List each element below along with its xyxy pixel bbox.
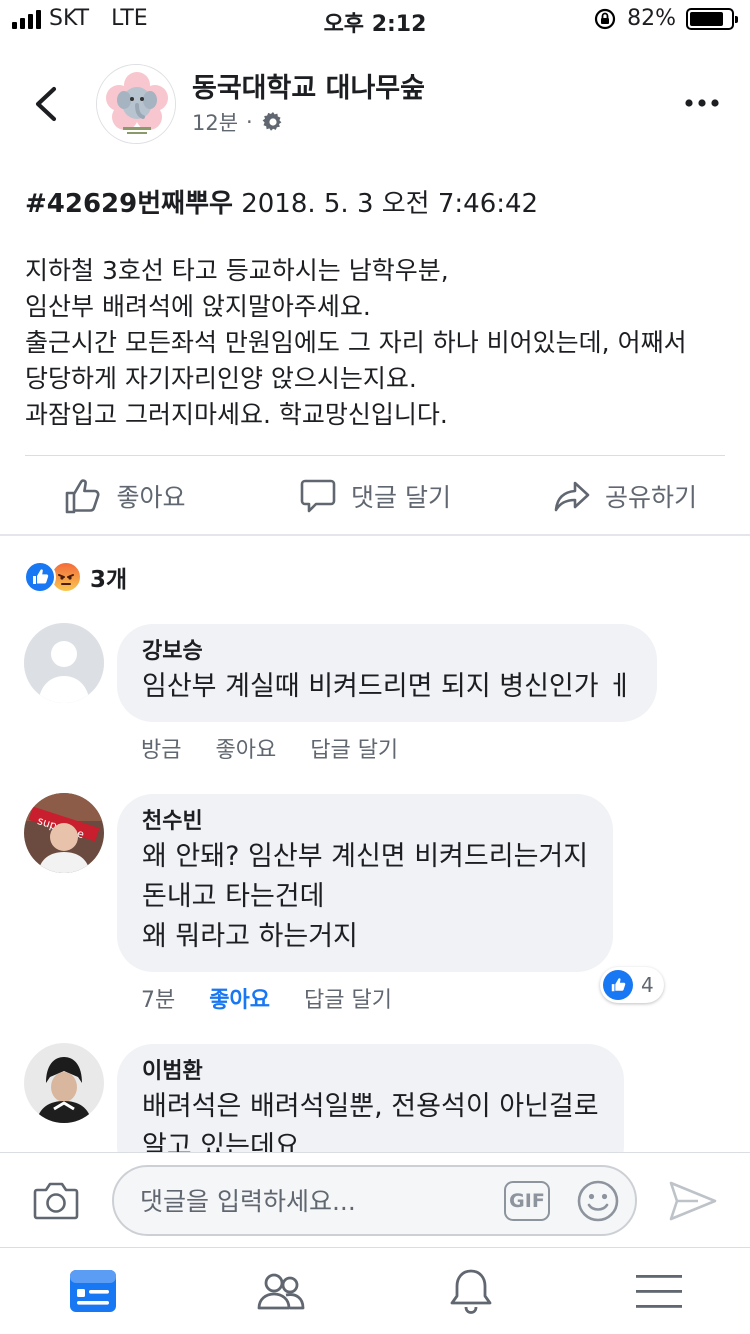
comment-reply-button[interactable]: 답글 달기 bbox=[304, 982, 392, 1014]
share-arrow-icon bbox=[554, 481, 590, 512]
comment-bubble[interactable]: 천수빈 왜 안돼? 임산부 계신면 비켜드리는거지 돈내고 타는건데 왜 뭐라고… bbox=[117, 794, 614, 972]
comment-text-line: 알고 있는데요 bbox=[142, 1131, 300, 1152]
comment-text-line: 배려석은 배려석일뿐, 전용석이 아닌걸로 bbox=[142, 1091, 599, 1122]
comment-item: 이범환 배려석은 배려석일뿐, 전용석이 아닌걸로 알고 있는데요 bbox=[0, 1043, 750, 1152]
post-date: 2018. 5. 3 오전 7:46:42 bbox=[241, 189, 539, 219]
comment-like-button[interactable]: 좋아요 bbox=[209, 982, 270, 1014]
battery-percent: 82% bbox=[627, 6, 676, 31]
status-bar: SKT LTE 오후 2:12 82% bbox=[0, 0, 750, 40]
news-feed-icon[interactable] bbox=[68, 1266, 118, 1316]
post-action-bar: 좋아요 댓글 달기 공유하기 bbox=[0, 460, 750, 532]
avatar[interactable]: supreme bbox=[24, 793, 104, 873]
comment-actions: 7분 좋아요 답글 달기 bbox=[141, 982, 392, 1014]
comment-input[interactable] bbox=[140, 1177, 500, 1225]
comment-bubble-icon bbox=[300, 479, 336, 513]
comment-bubble[interactable]: 강보승 임산부 계실때 비켜드리면 되지 병신인가 ㅔ bbox=[117, 624, 658, 722]
comment-actions: 방금 좋아요 답글 달기 bbox=[141, 732, 398, 764]
post-text-line: 출근시간 모든좌석 만원임에도 그 자리 하나 비어있는데, 어째서 bbox=[25, 328, 687, 357]
user-photo: supreme bbox=[24, 793, 104, 873]
comment-time: 7분 bbox=[141, 988, 176, 1013]
comment-input-box[interactable]: GIF bbox=[112, 1165, 637, 1236]
page-name[interactable]: 동국대학교 대나무숲 bbox=[192, 66, 425, 105]
reaction-count: 3개 bbox=[90, 567, 128, 593]
comment-reply-button[interactable]: 답글 달기 bbox=[310, 732, 398, 764]
post-text-line: 당당하게 자기자리인양 앉으시는지요. bbox=[25, 364, 417, 393]
meta-separator: · bbox=[246, 110, 253, 134]
default-avatar-icon bbox=[24, 623, 104, 703]
post-hashtag[interactable]: #42629번째뿌우 bbox=[25, 189, 233, 219]
avatar[interactable] bbox=[24, 1043, 104, 1123]
page-avatar[interactable] bbox=[96, 64, 176, 144]
comment-author[interactable]: 천수빈 bbox=[142, 807, 588, 837]
reaction-summary[interactable]: 3개 bbox=[24, 560, 127, 594]
comment-text-line: 왜 뭐라고 하는거지 bbox=[142, 921, 358, 952]
camera-icon[interactable] bbox=[33, 1179, 79, 1221]
comment-composer: GIF bbox=[0, 1152, 750, 1247]
like-label: 좋아요 bbox=[116, 483, 186, 512]
send-icon[interactable] bbox=[668, 1179, 718, 1223]
post-title: #42629번째뿌우 2018. 5. 3 오전 7:46:42 bbox=[25, 183, 538, 220]
battery-fill bbox=[690, 11, 723, 26]
thumbs-up-icon bbox=[66, 479, 100, 514]
comment-text-line: 왜 안돼? 임산부 계신면 비켜드리는거지 bbox=[142, 841, 589, 872]
post-divider bbox=[25, 455, 725, 456]
comment-like-count: 4 bbox=[641, 973, 654, 997]
rotation-lock-icon bbox=[594, 8, 616, 29]
post-text: 지하철 3호선 타고 등교하시는 남학우분, 임산부 배려석에 앉지말아주세요.… bbox=[25, 253, 735, 433]
user-photo bbox=[24, 1043, 104, 1123]
share-label: 공유하기 bbox=[604, 483, 697, 512]
comment-time: 방금 bbox=[141, 738, 182, 763]
comment-text: 임산부 계실때 비켜드리면 되지 병신인가 ㅔ bbox=[142, 671, 633, 702]
comment-author[interactable]: 강보승 bbox=[142, 637, 632, 667]
battery-icon bbox=[686, 7, 738, 30]
comment-like-badge[interactable]: 4 bbox=[600, 967, 664, 1003]
post-time[interactable]: 12분 bbox=[192, 107, 238, 137]
more-options-icon[interactable] bbox=[684, 96, 720, 110]
comment-author[interactable]: 이범환 bbox=[142, 1057, 599, 1087]
like-reaction-icon bbox=[24, 561, 56, 593]
post-meta: 12분 · bbox=[192, 107, 285, 137]
back-button[interactable] bbox=[30, 85, 64, 123]
status-right: 82% bbox=[593, 6, 738, 31]
emoji-icon[interactable] bbox=[576, 1179, 620, 1223]
comment-text-line: 돈내고 타는건데 bbox=[142, 881, 325, 912]
menu-icon[interactable] bbox=[634, 1266, 684, 1316]
friends-icon[interactable] bbox=[256, 1266, 306, 1316]
post-text-line: 과잠입고 그러지마세요. 학교망신입니다. bbox=[25, 400, 448, 429]
gear-icon bbox=[262, 112, 282, 131]
comment-label: 댓글 달기 bbox=[351, 483, 451, 512]
gif-label: GIF bbox=[509, 1190, 545, 1212]
like-reaction-icon bbox=[603, 970, 633, 1000]
post-text-line: 임산부 배려석에 앉지말아주세요. bbox=[25, 292, 371, 321]
like-button[interactable]: 좋아요 bbox=[0, 460, 250, 532]
comment-like-button[interactable]: 좋아요 bbox=[215, 732, 276, 764]
comment-bubble[interactable]: 이범환 배려석은 배려석일뿐, 전용석이 아닌걸로 알고 있는데요 bbox=[117, 1044, 624, 1152]
tab-bar bbox=[0, 1247, 750, 1334]
avatar[interactable] bbox=[24, 623, 104, 703]
post-text-line: 지하철 3호선 타고 등교하시는 남학우분, bbox=[25, 256, 449, 285]
gif-button[interactable]: GIF bbox=[504, 1181, 550, 1221]
notifications-bell-icon[interactable] bbox=[446, 1266, 496, 1316]
comment-button[interactable]: 댓글 달기 bbox=[250, 460, 500, 532]
section-separator bbox=[0, 534, 750, 536]
page-logo-image bbox=[97, 65, 175, 143]
share-button[interactable]: 공유하기 bbox=[500, 460, 750, 532]
